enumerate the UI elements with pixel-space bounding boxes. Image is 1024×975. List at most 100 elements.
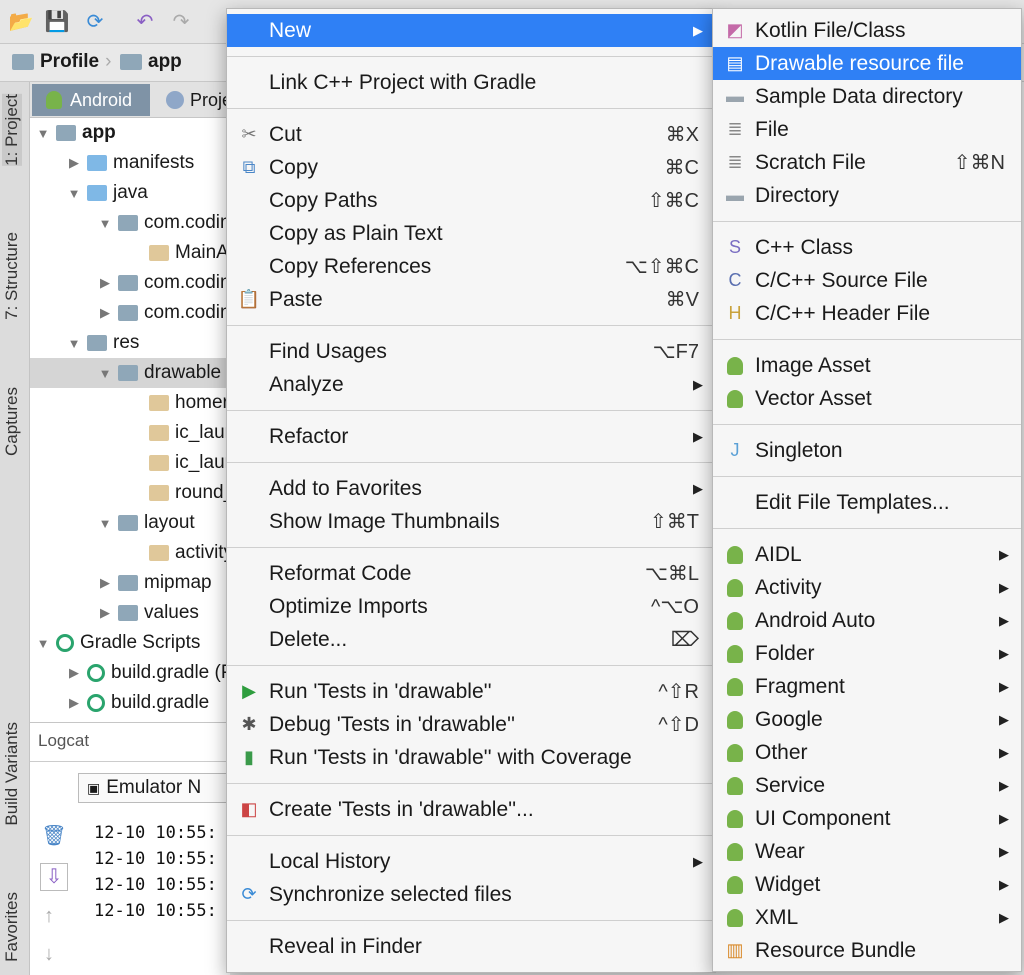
- menu-item-new[interactable]: New ▶: [227, 14, 715, 47]
- tree-node-gradle-scripts[interactable]: ▼ Gradle Scripts: [34, 628, 230, 658]
- device-dropdown[interactable]: ▣ Emulator N: [78, 773, 248, 803]
- menu-item-create-tests-in-drawable[interactable]: ◧ Create 'Tests in 'drawable''...: [227, 793, 715, 826]
- expanded-arrow-icon[interactable]: ▼: [34, 126, 52, 141]
- menu-item-aidl[interactable]: AIDL ▶: [713, 538, 1021, 571]
- menu-item-paste[interactable]: 📋 Paste ⌘V: [227, 283, 715, 316]
- tree-node-res[interactable]: ▼ res: [65, 328, 230, 358]
- expanded-arrow-icon[interactable]: ▼: [96, 366, 114, 381]
- menu-item-link-c-project-with-gradle[interactable]: Link C++ Project with Gradle: [227, 66, 715, 99]
- menu-item-add-to-favorites[interactable]: Add to Favorites ▶: [227, 472, 715, 505]
- redo-icon[interactable]: ↷: [168, 8, 194, 34]
- menu-item-copy-paths[interactable]: Copy Paths ⇧⌘C: [227, 184, 715, 217]
- menu-item-scratch-file[interactable]: ≣ Scratch File ⇧⌘N: [713, 146, 1021, 179]
- expanded-arrow-icon[interactable]: ▼: [96, 516, 114, 531]
- menu-item-run-tests-in-drawable-with-coverage[interactable]: ▮ Run 'Tests in 'drawable'' with Coverage: [227, 741, 715, 774]
- menu-item-other[interactable]: Other ▶: [713, 736, 1021, 769]
- tree-node-ic-launcher-background-xml[interactable]: ic_launcher_background.xml: [127, 418, 230, 448]
- expanded-arrow-icon[interactable]: ▼: [34, 636, 52, 651]
- expanded-arrow-icon[interactable]: ▼: [96, 216, 114, 231]
- menu-item-sample-data-directory[interactable]: ▬ Sample Data directory: [713, 80, 1021, 113]
- menu-item-reveal-in-finder[interactable]: Reveal in Finder: [227, 930, 715, 963]
- menu-item-kotlin-file-class[interactable]: ◩ Kotlin File/Class: [713, 14, 1021, 47]
- menu-item-google[interactable]: Google ▶: [713, 703, 1021, 736]
- tab-project[interactable]: 1: Project: [2, 94, 22, 166]
- collapsed-arrow-icon[interactable]: ▶: [65, 695, 83, 711]
- menu-item-c-c-source-file[interactable]: C C/C++ Source File: [713, 264, 1021, 297]
- tab-android-view[interactable]: Android: [32, 84, 150, 116]
- tab-structure[interactable]: 7: Structure: [2, 232, 22, 320]
- breadcrumb-item-profile[interactable]: Profile ›: [12, 51, 111, 73]
- menu-item-synchronize-selected-files[interactable]: ⟳ Synchronize selected files: [227, 878, 715, 911]
- menu-item-copy-as-plain-text[interactable]: Copy as Plain Text: [227, 217, 715, 250]
- menu-item-ui-component[interactable]: UI Component ▶: [713, 802, 1021, 835]
- scroll-to-end-icon[interactable]: ⇩: [40, 863, 68, 891]
- tree-node-build-gradle-project-profile[interactable]: ▶ build.gradle (Project: Profile): [65, 658, 230, 688]
- menu-item-copy[interactable]: ⧉ Copy ⌘C: [227, 151, 715, 184]
- menu-item-cut[interactable]: ✂ Cut ⌘X: [227, 118, 715, 151]
- menu-item-widget[interactable]: Widget ▶: [713, 868, 1021, 901]
- tree-node-values[interactable]: ▶ values: [96, 598, 230, 628]
- menu-item-xml[interactable]: XML ▶: [713, 901, 1021, 934]
- tree-node-com-codingdemos-profile-androidte[interactable]: ▶ com.codingdemos.profile (androidTe: [96, 268, 230, 298]
- menu-item-service[interactable]: Service ▶: [713, 769, 1021, 802]
- tree-node-activity-main-xml[interactable]: activity_main.xml: [127, 538, 230, 568]
- menu-item-c-class[interactable]: S C++ Class: [713, 231, 1021, 264]
- up-icon[interactable]: ↑: [44, 905, 54, 928]
- collapsed-arrow-icon[interactable]: ▶: [65, 155, 83, 171]
- menu-item-local-history[interactable]: Local History ▶: [227, 845, 715, 878]
- expanded-arrow-icon[interactable]: ▼: [65, 336, 83, 351]
- down-icon[interactable]: ↓: [44, 943, 54, 966]
- menu-item-singleton[interactable]: J Singleton: [713, 434, 1021, 467]
- tree-node-homer-png[interactable]: homer.png: [127, 388, 230, 418]
- sync-icon[interactable]: ⟳: [82, 8, 108, 34]
- menu-item-image-asset[interactable]: Image Asset: [713, 349, 1021, 382]
- menu-item-copy-references[interactable]: Copy References ⌥⇧⌘C: [227, 250, 715, 283]
- menu-item-show-image-thumbnails[interactable]: Show Image Thumbnails ⇧⌘T: [227, 505, 715, 538]
- menu-item-wear[interactable]: Wear ▶: [713, 835, 1021, 868]
- menu-item-analyze[interactable]: Analyze ▶: [227, 368, 715, 401]
- menu-item-refactor[interactable]: Refactor ▶: [227, 420, 715, 453]
- menu-item-reformat-code[interactable]: Reformat Code ⌥⌘L: [227, 557, 715, 590]
- collapsed-arrow-icon[interactable]: ▶: [96, 575, 114, 591]
- tree-node-layout[interactable]: ▼ layout: [96, 508, 230, 538]
- tab-favorites[interactable]: Favorites: [2, 892, 22, 962]
- tree-node-round-b[interactable]: round_b: [127, 478, 230, 508]
- menu-item-delete[interactable]: Delete... ⌦: [227, 623, 715, 656]
- menu-item-fragment[interactable]: Fragment ▶: [713, 670, 1021, 703]
- tree-node-java[interactable]: ▼ java: [65, 178, 230, 208]
- menu-item-resource-bundle[interactable]: ▥ Resource Bundle: [713, 934, 1021, 967]
- menu-item-android-auto[interactable]: Android Auto ▶: [713, 604, 1021, 637]
- tab-captures[interactable]: Captures: [2, 387, 22, 456]
- menu-item-folder[interactable]: Folder ▶: [713, 637, 1021, 670]
- collapsed-arrow-icon[interactable]: ▶: [96, 605, 114, 621]
- collapsed-arrow-icon[interactable]: ▶: [96, 275, 114, 291]
- tab-build-variants[interactable]: Build Variants: [2, 722, 22, 826]
- tree-node-com-codingdemos-profile[interactable]: ▼ com.codingdemos.profile: [96, 208, 230, 238]
- save-icon[interactable]: 💾: [44, 8, 70, 34]
- undo-icon[interactable]: ↶: [132, 8, 158, 34]
- breadcrumb-item-app[interactable]: app: [120, 51, 182, 73]
- menu-item-vector-asset[interactable]: Vector Asset: [713, 382, 1021, 415]
- menu-item-file[interactable]: ≣ File: [713, 113, 1021, 146]
- menu-item-drawable-resource-file[interactable]: ▤ Drawable resource file: [713, 47, 1021, 80]
- expanded-arrow-icon[interactable]: ▼: [65, 186, 83, 201]
- menu-item-directory[interactable]: ▬ Directory: [713, 179, 1021, 212]
- menu-item-optimize-imports[interactable]: Optimize Imports ^⌥O: [227, 590, 715, 623]
- menu-item-c-c-header-file[interactable]: H C/C++ Header File: [713, 297, 1021, 330]
- tree-node-ic-launcher-foreground-xml-v24[interactable]: ic_launcher_foreground.xml (v24): [127, 448, 230, 478]
- tree-node-build-gradle[interactable]: ▶ build.gradle: [65, 688, 230, 718]
- menu-item-activity[interactable]: Activity ▶: [713, 571, 1021, 604]
- tree-node-mainactivity[interactable]: MainActivity: [127, 238, 230, 268]
- tree-node-com-codingdemos-profile-test[interactable]: ▶ com.codingdemos.profile (test): [96, 298, 230, 328]
- menu-item-run-tests-in-drawable[interactable]: ▶ Run 'Tests in 'drawable'' ^⇧R: [227, 675, 715, 708]
- collapsed-arrow-icon[interactable]: ▶: [65, 665, 83, 681]
- open-folder-icon[interactable]: 📂: [8, 8, 34, 34]
- tree-node-drawable[interactable]: ▼ drawable: [30, 358, 230, 388]
- tree-node-manifests[interactable]: ▶ manifests: [65, 148, 230, 178]
- tree-node-mipmap[interactable]: ▶ mipmap: [96, 568, 230, 598]
- tree-node-app[interactable]: ▼ app: [34, 118, 230, 148]
- menu-item-edit-file-templates[interactable]: Edit File Templates...: [713, 486, 1021, 519]
- menu-item-find-usages[interactable]: Find Usages ⌥F7: [227, 335, 715, 368]
- collapsed-arrow-icon[interactable]: ▶: [96, 305, 114, 321]
- menu-item-debug-tests-in-drawable[interactable]: ✱ Debug 'Tests in 'drawable'' ^⇧D: [227, 708, 715, 741]
